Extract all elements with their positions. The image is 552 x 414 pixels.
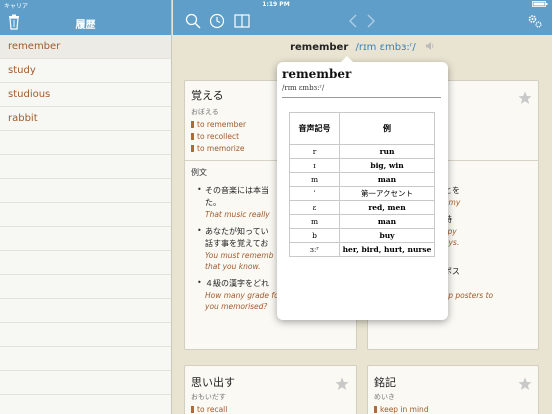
symbol-cell: ɪ: [289, 158, 340, 173]
popover-divider: [282, 97, 441, 98]
empty-row: [0, 131, 171, 155]
definition-card: 銘記 めいき keep in mind: [367, 365, 539, 414]
back-chevron-icon[interactable]: [346, 13, 362, 29]
search-icon[interactable]: [185, 13, 201, 29]
battery-icon: [532, 1, 548, 9]
word-bar: remember /rɪm ɛmbɜ:ʳ/: [173, 35, 552, 61]
status-bar: キャリア 1:19 PM: [0, 0, 552, 10]
card-title: 銘記: [374, 376, 396, 389]
example-cell: buy: [339, 228, 435, 243]
card-reading: おぼえる: [191, 108, 219, 116]
meaning-item: to memorize: [191, 143, 246, 155]
history-item[interactable]: study: [0, 59, 171, 83]
example-cell: man: [339, 172, 435, 187]
history-sidebar: 履歴 remember study studious rabbit: [0, 0, 172, 414]
table-row: ɪ big, win: [289, 158, 435, 173]
symbol-cell: r: [289, 144, 340, 159]
example-cell: 第一アクセント: [339, 186, 435, 201]
table-row: ˈ 第一アクセント: [289, 186, 435, 201]
popover-title: remember: [282, 67, 352, 81]
symbol-cell: m: [289, 172, 340, 187]
empty-row: [0, 323, 171, 347]
example-cell: her, bird, hurt, nurse: [339, 242, 435, 257]
favorite-star-icon[interactable]: [518, 376, 532, 390]
favorite-star-icon[interactable]: [518, 90, 532, 104]
table-row: b buy: [289, 228, 435, 243]
empty-row: [0, 155, 171, 179]
example-cell: run: [339, 144, 435, 159]
sidebar-title: 履歴: [75, 20, 96, 31]
card-title: 思い出す: [191, 376, 235, 389]
forward-chevron-icon[interactable]: [362, 13, 378, 29]
meaning-item: to recall: [191, 404, 227, 414]
card-title: 覚える: [191, 89, 224, 102]
status-time: 1:19 PM: [262, 1, 290, 8]
table-row: r run: [289, 144, 435, 159]
history-list: remember study studious rabbit: [0, 35, 171, 395]
empty-row: [0, 371, 171, 395]
example-cell: big, win: [339, 158, 435, 173]
favorite-star-icon[interactable]: [335, 376, 349, 390]
symbol-cell: ɛ: [289, 200, 340, 215]
empty-row: [0, 347, 171, 371]
symbol-cell: ɜːʳ: [289, 242, 340, 257]
meaning-list: keep in mind: [374, 404, 429, 414]
example-cell: red, men: [339, 200, 435, 215]
history-clock-icon[interactable]: [209, 13, 225, 29]
app-window: キャリア 1:19 PM 履歴 remember study studious …: [0, 0, 552, 414]
examples-label: 例文: [191, 168, 207, 177]
symbol-cell: m: [289, 214, 340, 229]
meaning-item: to remember: [191, 119, 246, 131]
table-row: m man: [289, 214, 435, 229]
symbol-cell: ˈ: [289, 186, 340, 201]
meaning-item: to recollect: [191, 131, 246, 143]
history-item[interactable]: studious: [0, 83, 171, 107]
pronunciation-link[interactable]: /rɪm ɛmbɜ:ʳ/: [355, 42, 415, 53]
table-header: 例: [339, 112, 435, 145]
table-header: 音声記号: [289, 112, 340, 145]
definition-card: 思い出す おもいだす to recall: [184, 365, 357, 414]
card-reading: おもいだす: [191, 393, 226, 401]
empty-row: [0, 251, 171, 275]
example-cell: man: [339, 214, 435, 229]
empty-row: [0, 299, 171, 323]
table-row: ɛ red, men: [289, 200, 435, 215]
headword: remember: [290, 42, 349, 53]
empty-row: [0, 203, 171, 227]
meaning-item: keep in mind: [374, 404, 429, 414]
pronunciation-table: 音声記号 例 r run ɪ big, win m man ˈ 第一アクセント ɛ red…: [289, 112, 435, 257]
table-row: m man: [289, 172, 435, 187]
empty-row: [0, 275, 171, 299]
meaning-list: to recall: [191, 404, 227, 414]
pronunciation-popover: remember /rɪm ɛmbɜ:ʳ/ 音声記号 例 r run ɪ big, …: [277, 56, 448, 320]
empty-row: [0, 179, 171, 203]
history-item[interactable]: remember: [0, 35, 171, 59]
popover-ipa: /rɪm ɛmbɜ:ʳ/: [282, 84, 325, 92]
history-item[interactable]: rabbit: [0, 107, 171, 131]
card-reading: めいき: [374, 393, 395, 401]
meaning-list: to remember to recollect to memorize: [191, 119, 246, 155]
empty-row: [0, 227, 171, 251]
symbol-cell: b: [289, 228, 340, 243]
book-icon[interactable]: [234, 13, 250, 29]
table-row: ɜːʳ her, bird, hurt, nurse: [289, 242, 435, 257]
speaker-icon[interactable]: [425, 36, 435, 50]
settings-gear-icon[interactable]: [527, 13, 543, 29]
